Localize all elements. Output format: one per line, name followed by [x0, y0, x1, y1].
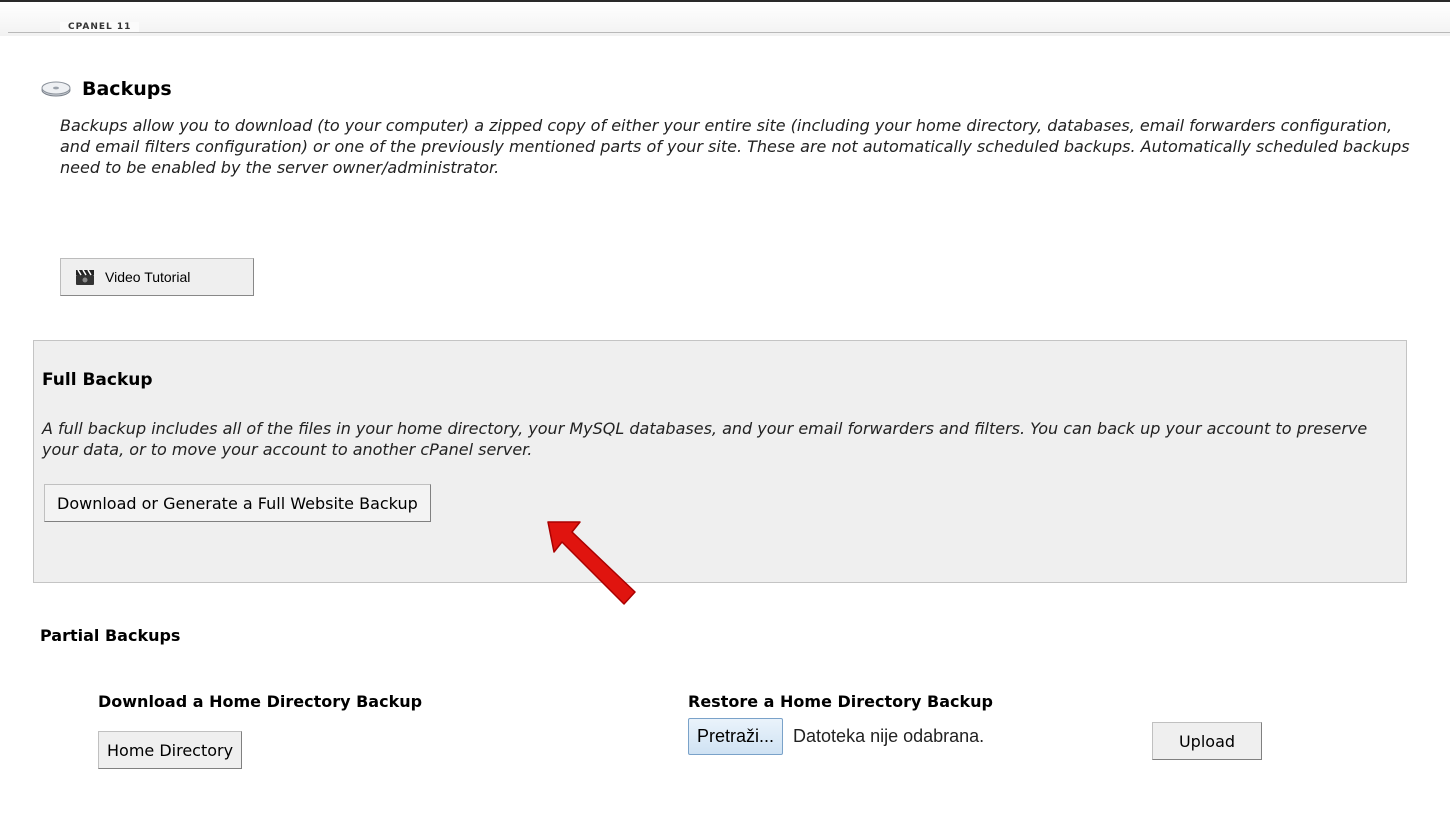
- full-backup-title: Full Backup: [42, 370, 153, 390]
- page-title: Backups: [82, 78, 172, 100]
- file-input: Pretraži... Datoteka nije odabrana.: [688, 718, 984, 755]
- intro-text: Backups allow you to download (to your c…: [60, 116, 1410, 177]
- full-backup-panel: Full Backup A full backup includes all o…: [33, 340, 1407, 583]
- restore-home-title: Restore a Home Directory Backup: [688, 692, 993, 711]
- page-title-row: Backups: [40, 78, 172, 100]
- full-backup-description: A full backup includes all of the files …: [42, 419, 1368, 459]
- browse-button[interactable]: Pretraži...: [688, 718, 784, 755]
- backup-disk-icon: [41, 81, 71, 97]
- video-tutorial-label: Video Tutorial: [105, 269, 191, 285]
- video-tutorial-button[interactable]: Video Tutorial: [60, 258, 254, 296]
- top-bar: CPANEL 11: [0, 0, 1450, 36]
- cpanel-logo: CPANEL 11: [60, 22, 140, 32]
- download-home-title: Download a Home Directory Backup: [98, 692, 423, 711]
- upload-button[interactable]: Upload: [1152, 722, 1262, 760]
- full-backup-button[interactable]: Download or Generate a Full Website Back…: [44, 484, 431, 522]
- home-directory-button[interactable]: Home Directory: [98, 731, 243, 769]
- red-arrow-icon: [547, 521, 636, 605]
- partial-backups-title: Partial Backups: [40, 626, 181, 645]
- file-status: Datoteka nije odabrana.: [793, 726, 985, 746]
- clapperboard-icon: [76, 269, 94, 285]
- header-rule: [8, 32, 1450, 33]
